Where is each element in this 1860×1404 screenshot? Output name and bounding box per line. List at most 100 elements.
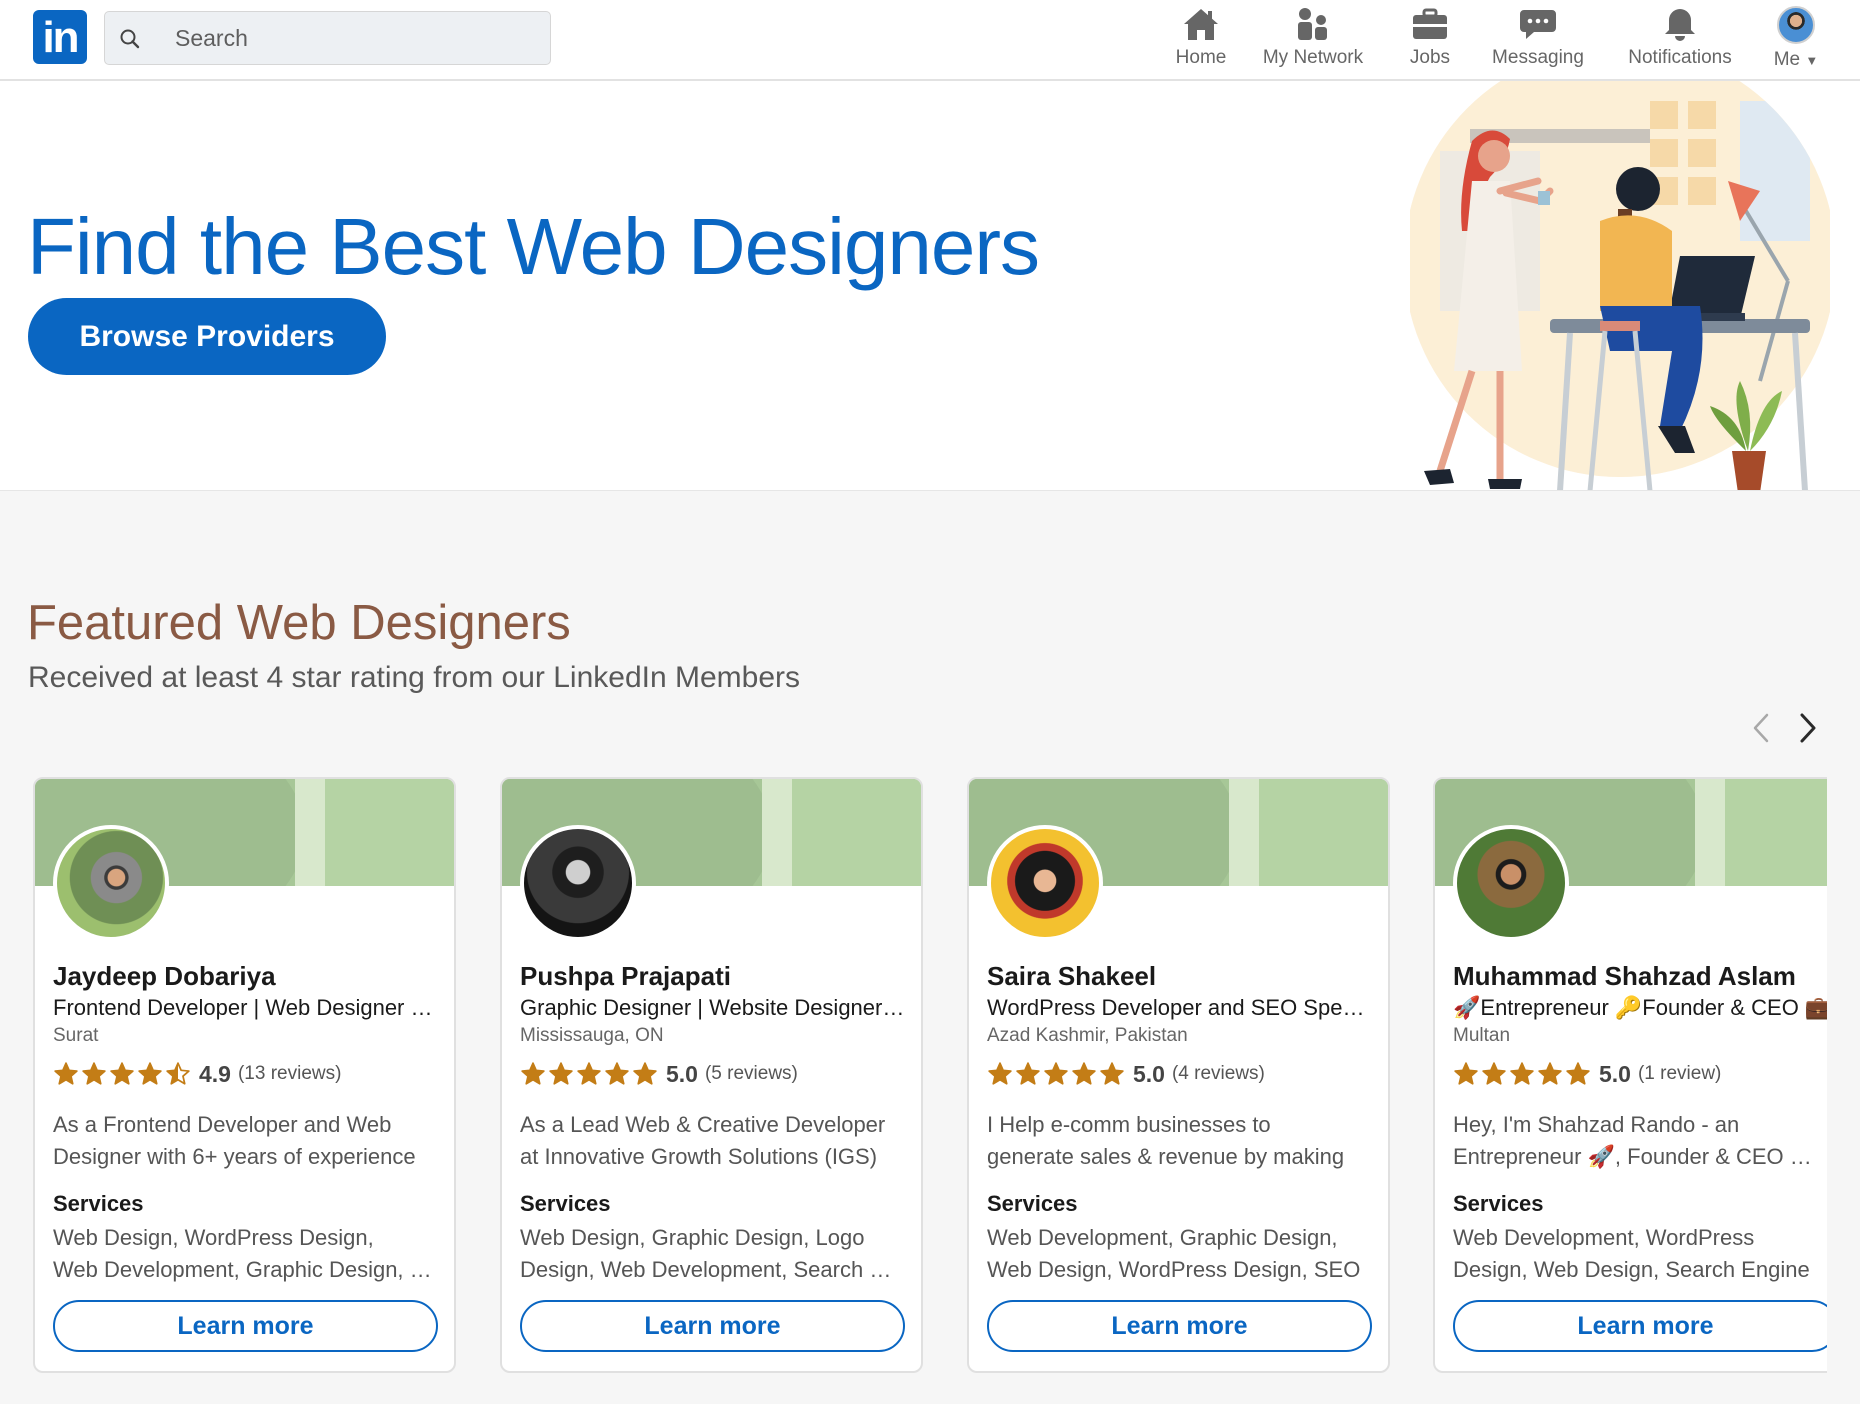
chevron-right-icon[interactable] — [1788, 705, 1828, 751]
provider-location: Surat — [53, 1025, 99, 1046]
featured-title: Featured Web Designers — [27, 596, 571, 650]
star-full-icon — [605, 1062, 629, 1085]
review-count: (4 reviews) — [1171, 1063, 1265, 1084]
services-heading: Services — [53, 1191, 144, 1216]
about-line: I Help e-comm businesses to — [987, 1112, 1271, 1137]
rating-score: 5.0 — [1599, 1060, 1631, 1087]
provider-rating: 5.0 (4 reviews) — [987, 1059, 1265, 1089]
rating-score: 5.0 — [1133, 1060, 1165, 1087]
search-box[interactable] — [104, 11, 551, 65]
provider-headline: 🚀Entrepreneur 🔑Founder & CEO 💼 — [1453, 995, 1827, 1020]
services-line: Web Development, Graphic Design, — [987, 1225, 1338, 1250]
provider-carousel: Jaydeep Dobariya Frontend Developer | We… — [0, 775, 1827, 1375]
briefcase-icon — [1413, 8, 1447, 39]
provider-rating: 5.0 (5 reviews) — [520, 1059, 798, 1089]
star-full-icon — [1538, 1062, 1562, 1085]
learn-more-button[interactable]: Learn more — [520, 1300, 905, 1352]
services-line: Web Development, WordPress — [1453, 1225, 1755, 1250]
nav-jobs[interactable]: Jobs — [1395, 6, 1465, 74]
star-full-icon — [1454, 1062, 1478, 1085]
star-full-icon — [521, 1062, 545, 1085]
nav-notifications[interactable]: Notifications — [1620, 6, 1740, 74]
learn-more-button[interactable]: Learn more — [53, 1300, 438, 1352]
hero-title: Find the Best Web Designers — [27, 202, 1040, 291]
review-count: (5 reviews) — [704, 1063, 798, 1084]
search-input[interactable] — [175, 12, 535, 64]
star-half-icon — [166, 1062, 190, 1085]
nav-home-label: Home — [1175, 47, 1227, 68]
services-line: Design, Web Design, Search Engine — [1453, 1257, 1810, 1282]
nav-me-label: Me ▼ — [1773, 49, 1819, 70]
services-heading: Services — [1453, 1191, 1544, 1216]
provider-photo[interactable] — [1453, 825, 1569, 941]
star-full-icon — [1482, 1062, 1506, 1085]
star-full-icon — [1072, 1062, 1096, 1085]
nav-me[interactable]: Me ▼ — [1766, 6, 1826, 74]
provider-card[interactable]: Jaydeep Dobariya Frontend Developer | We… — [33, 777, 456, 1373]
provider-photo[interactable] — [520, 825, 636, 941]
nav-messaging-label: Messaging — [1492, 47, 1584, 68]
provider-card[interactable]: Pushpa Prajapati Graphic Designer | Webs… — [500, 777, 923, 1373]
top-nav: in Home My Network Jobs — [0, 0, 1860, 81]
services-line: Design, Web Development, Search Engine — [520, 1257, 905, 1282]
star-full-icon — [1566, 1062, 1590, 1085]
star-full-icon — [1100, 1062, 1124, 1085]
provider-name[interactable]: Pushpa Prajapati — [520, 961, 731, 992]
provider-about: Hey, I'm Shahzad Rando - an Entrepreneur… — [1453, 1109, 1827, 1173]
nav-my-network[interactable]: My Network — [1258, 6, 1368, 74]
about-line: Hey, I'm Shahzad Rando - an — [1453, 1112, 1740, 1137]
hero-illustration — [1410, 81, 1830, 490]
star-full-icon — [138, 1062, 162, 1085]
rating-score: 5.0 — [666, 1060, 698, 1087]
provider-headline: Graphic Designer | Website Designer | Lo… — [520, 995, 905, 1020]
provider-photo[interactable] — [987, 825, 1103, 941]
services-list: Web Design, WordPress Design, Web Develo… — [53, 1222, 438, 1286]
browse-providers-button[interactable]: Browse Providers — [28, 298, 386, 375]
nav-messaging[interactable]: Messaging — [1488, 6, 1588, 74]
home-icon — [1184, 9, 1218, 40]
provider-rating: 4.9 (13 reviews) — [53, 1059, 341, 1089]
about-line: generate sales & revenue by making — [987, 1144, 1345, 1169]
rating-stars — [520, 1061, 658, 1087]
provider-location: Multan — [1453, 1025, 1511, 1046]
provider-headline: WordPress Developer and SEO Specialist — [987, 995, 1372, 1020]
provider-location: Azad Kashmir, Pakistan — [987, 1025, 1188, 1046]
services-list: Web Design, Graphic Design, Logo Design,… — [520, 1222, 905, 1286]
star-full-icon — [54, 1062, 78, 1085]
hero-section: Find the Best Web Designers Browse Provi… — [0, 81, 1860, 491]
provider-name[interactable]: Muhammad Shahzad Aslam — [1453, 961, 1796, 992]
nav-home[interactable]: Home — [1166, 6, 1236, 74]
provider-name[interactable]: Saira Shakeel — [987, 961, 1156, 992]
rating-stars — [53, 1061, 191, 1087]
bell-icon — [1665, 9, 1695, 41]
featured-subtitle: Received at least 4 star rating from our… — [28, 661, 801, 694]
services-list: Web Development, WordPress Design, Web D… — [1453, 1222, 1827, 1286]
provider-photo[interactable] — [53, 825, 169, 941]
learn-more-button[interactable]: Learn more — [987, 1300, 1372, 1352]
services-line: Web Design, Graphic Design, Logo — [520, 1225, 865, 1250]
provider-name[interactable]: Jaydeep Dobariya — [53, 961, 276, 992]
nav-notifications-label: Notifications — [1628, 47, 1732, 68]
nav-my-network-label: My Network — [1262, 47, 1364, 68]
chevron-left-icon[interactable] — [1741, 705, 1781, 751]
provider-card[interactable]: Muhammad Shahzad Aslam 🚀Entrepreneur 🔑Fo… — [1433, 777, 1827, 1373]
provider-card[interactable]: Saira Shakeel WordPress Developer and SE… — [967, 777, 1390, 1373]
star-full-icon — [1016, 1062, 1040, 1085]
star-full-icon — [549, 1062, 573, 1085]
services-line: Web Design, WordPress Design, — [53, 1225, 374, 1250]
about-line: As a Lead Web & Creative Developer — [520, 1112, 886, 1137]
star-full-icon — [1510, 1062, 1534, 1085]
services-line: Web Development, Graphic Design, SEO — [53, 1257, 438, 1282]
network-icon — [1298, 8, 1327, 40]
review-count: (13 reviews) — [237, 1063, 342, 1084]
provider-headline: Frontend Developer | Web Designer | Word… — [53, 995, 438, 1020]
rating-stars — [987, 1061, 1125, 1087]
star-full-icon — [82, 1062, 106, 1085]
rating-stars — [1453, 1061, 1591, 1087]
services-line: Web Design, WordPress Design, SEO — [987, 1257, 1361, 1282]
nav-jobs-label: Jobs — [1409, 47, 1451, 68]
star-full-icon — [988, 1062, 1012, 1085]
provider-about: As a Frontend Developer and Web Designer… — [53, 1109, 438, 1173]
learn-more-button[interactable]: Learn more — [1453, 1300, 1827, 1352]
linkedin-logo[interactable]: in — [33, 10, 87, 64]
